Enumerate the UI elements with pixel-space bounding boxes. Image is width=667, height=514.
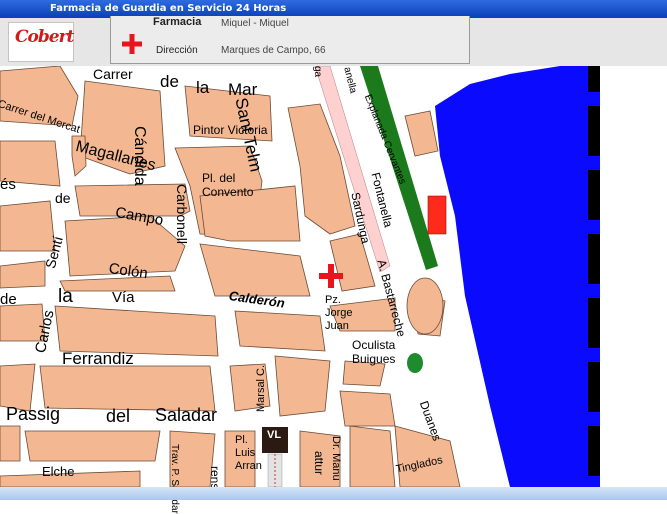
street-label-de-la-via-via: Vía <box>112 289 135 306</box>
pharmacy-value: Miquel - Miquel <box>221 18 289 29</box>
logo-text: Cobert <box>15 27 74 47</box>
street-label-colon: Colón <box>107 260 149 283</box>
street-label-pl-luis-arran: Pl. Luis Arran <box>235 434 262 472</box>
metro-station-label: VL <box>267 429 282 441</box>
street-label-duanes: Duanes <box>416 399 445 443</box>
map-labels: Carrer de la Mar Carrer del Mercat Cándi… <box>0 66 600 514</box>
street-label-carlos: Carlos <box>32 308 58 355</box>
street-label-carrer-del-mercat: Carrer del Mercat <box>0 98 82 136</box>
pharmacy-info-panel: Farmacia Miquel - Miquel Dirección Marqu… <box>110 16 470 64</box>
street-label-de-mar: de <box>160 72 179 91</box>
street-label-elche: Elche <box>42 464 75 479</box>
street-label-a-bastarreche: A. Bastarreche <box>374 258 409 339</box>
cobert-logo: Cobert <box>8 22 74 62</box>
street-label-dr-manu: Dr. Manu <box>330 436 342 481</box>
street-label-marsal: Marsal C. <box>255 364 267 412</box>
street-label-marques: és <box>0 176 16 193</box>
street-label-fontanella: Fontanella <box>368 171 396 229</box>
street-label-de-la-via-la: la <box>58 286 73 307</box>
street-label-saladar: Saladar <box>155 405 218 425</box>
street-label-calderon: Calderón <box>227 288 286 311</box>
street-label-oculista-buigues: Oculista Buigues <box>352 338 396 366</box>
street-label-carbonell: Carbonell <box>174 184 190 244</box>
right-panel <box>600 66 667 487</box>
taskbar <box>0 487 667 500</box>
street-label-pintor-victoria: Pintor Victoria <box>193 123 268 137</box>
street-label-carrer: Carrer <box>93 66 133 82</box>
street-label-rens: rens <box>208 466 222 490</box>
address-value: Marques de Campo, 66 <box>221 45 326 56</box>
street-label-explanada-cervantes: Explanada Cervantes <box>361 93 408 186</box>
street-label-anella: anella <box>341 66 359 95</box>
street-label-pz-jorge-juan: Pz. Jorge Juan <box>325 294 353 332</box>
street-label-senti: Sentí <box>42 234 66 271</box>
street-label-la-mar: la <box>196 78 210 97</box>
pharmacy-label: Farmacia <box>153 16 202 28</box>
street-label-ferrandiz: Ferrandiz <box>62 349 134 368</box>
street-label-ga: ga <box>312 66 323 78</box>
pharmacy-cross-icon <box>122 34 142 54</box>
street-map[interactable]: Carrer de la Mar Carrer del Mercat Cándi… <box>0 66 600 514</box>
street-label-de-la-via-de: de <box>0 291 17 308</box>
street-label-campo: Campo <box>114 204 165 230</box>
street-label-pl-del-convento: Pl. del Convento <box>202 171 254 199</box>
pharmacy-info-bar: Cobert Farmacia Miquel - Miquel Direcció… <box>0 16 667 66</box>
street-label-marques-de: de <box>55 190 71 206</box>
street-label-tinglados: Tinglados <box>395 454 444 476</box>
address-label: Dirección <box>156 45 198 56</box>
street-label-sardunga: Sardunga <box>348 191 373 245</box>
street-label-passig-del: del <box>106 406 131 426</box>
street-label-passig: Passig <box>6 404 61 424</box>
street-label-attur: attur <box>312 451 326 476</box>
street-label-trav-p-saladar: Trav. P. Saladar <box>169 444 180 514</box>
